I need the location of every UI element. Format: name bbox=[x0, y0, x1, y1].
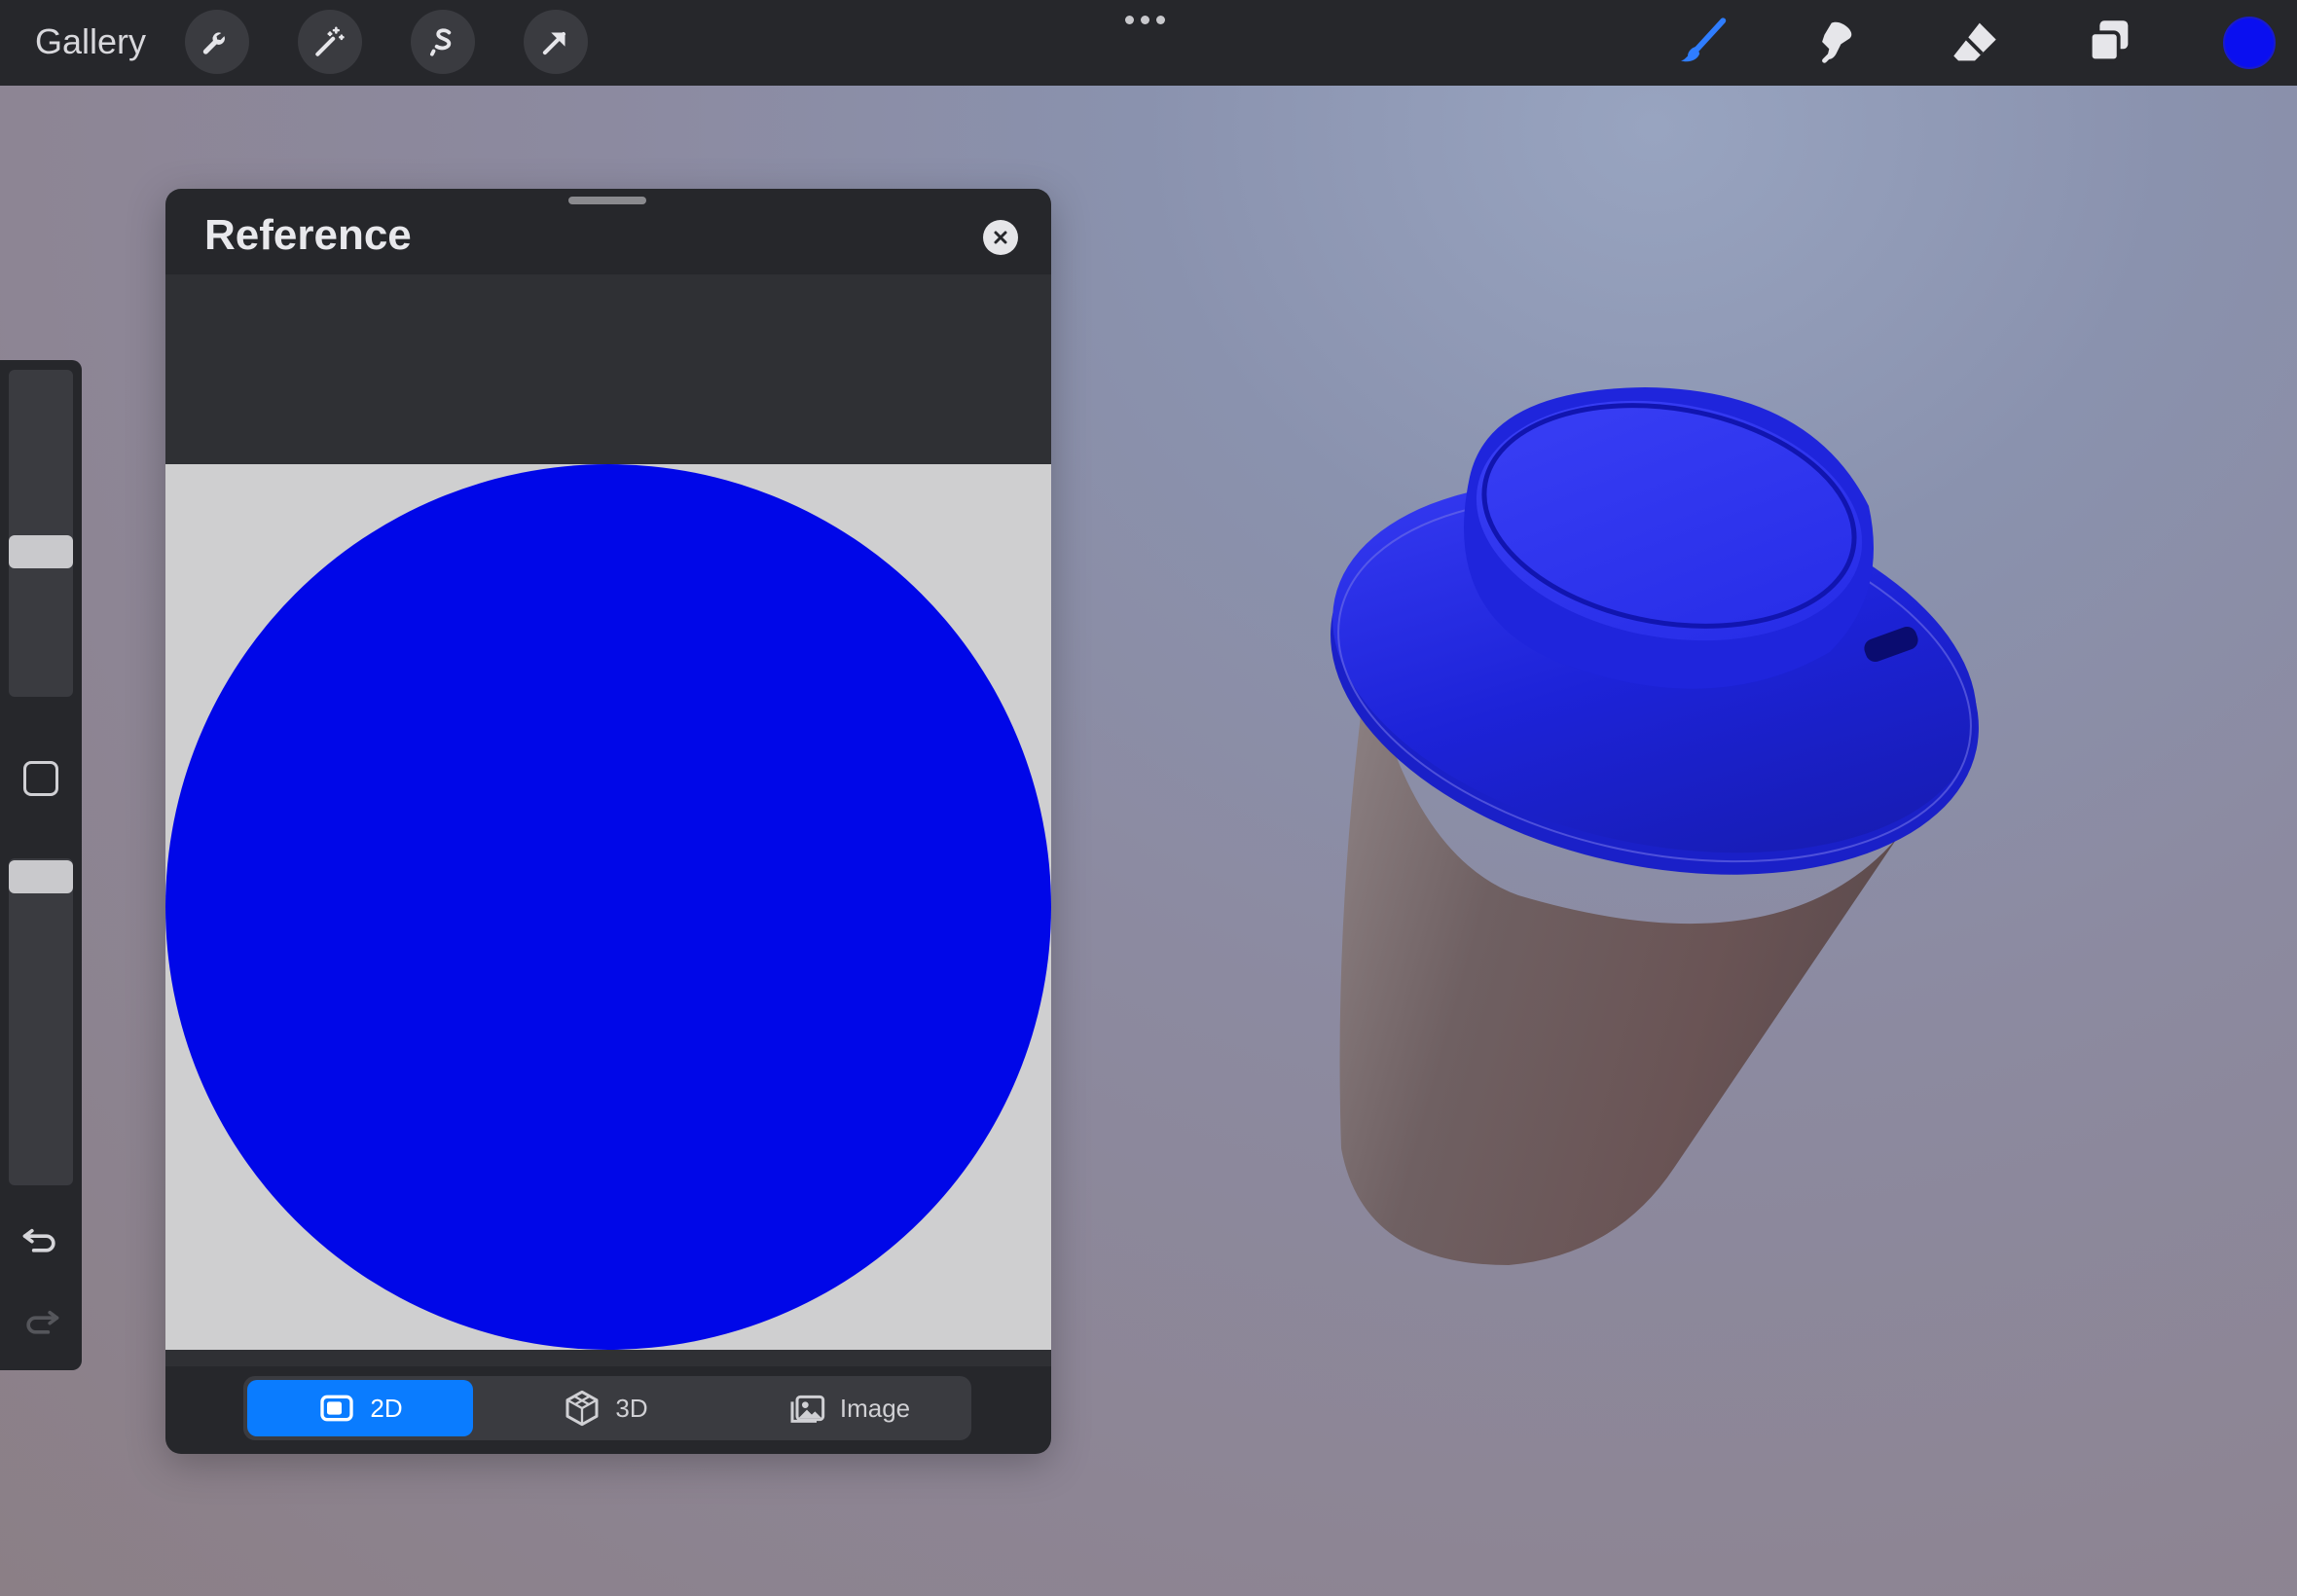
mode-2d-label: 2D bbox=[370, 1393, 403, 1423]
image-icon bbox=[790, 1395, 825, 1423]
cube-icon bbox=[565, 1390, 599, 1427]
close-button[interactable] bbox=[983, 220, 1018, 255]
opacity-slider[interactable] bbox=[9, 858, 73, 1185]
top-toolbar: Gallery bbox=[0, 0, 2297, 86]
canvas-icon bbox=[320, 1395, 354, 1422]
wrench-icon[interactable] bbox=[185, 10, 249, 74]
brush-icon[interactable] bbox=[1674, 12, 1734, 72]
selection-icon[interactable] bbox=[411, 10, 475, 74]
color-picker-button[interactable] bbox=[2223, 17, 2276, 69]
reference-mode-switcher: 2D 3D Image bbox=[243, 1376, 971, 1440]
dot-icon bbox=[1125, 16, 1134, 24]
more-options-button[interactable] bbox=[1125, 16, 1165, 24]
mode-2d-button[interactable]: 2D bbox=[247, 1380, 473, 1436]
mode-3d-label: 3D bbox=[615, 1393, 648, 1423]
brush-size-thumb[interactable] bbox=[9, 535, 73, 568]
layers-icon[interactable] bbox=[2079, 12, 2139, 72]
modify-button[interactable] bbox=[23, 761, 58, 796]
reference-circle bbox=[165, 464, 1051, 1350]
smudge-icon[interactable] bbox=[1808, 12, 1869, 72]
undo-icon[interactable] bbox=[19, 1216, 62, 1259]
reference-panel[interactable]: Reference 2D 3D Image bbox=[165, 189, 1051, 1454]
magic-wand-icon[interactable] bbox=[298, 10, 362, 74]
coffee-cup-model[interactable] bbox=[1324, 370, 2063, 1285]
dot-icon bbox=[1141, 16, 1149, 24]
dot-icon bbox=[1156, 16, 1165, 24]
panel-title: Reference bbox=[204, 211, 412, 259]
mode-image-label: Image bbox=[839, 1393, 911, 1423]
redo-icon[interactable] bbox=[19, 1298, 62, 1341]
opacity-thumb[interactable] bbox=[9, 860, 73, 893]
gallery-button[interactable]: Gallery bbox=[35, 18, 146, 66]
mode-3d-button[interactable]: 3D bbox=[492, 1380, 718, 1436]
transform-arrow-icon[interactable] bbox=[524, 10, 588, 74]
left-sidebar bbox=[0, 360, 82, 1370]
panel-grabber[interactable] bbox=[568, 197, 646, 204]
reference-canvas bbox=[165, 464, 1051, 1350]
reference-view[interactable] bbox=[165, 274, 1051, 1366]
eraser-icon[interactable] bbox=[1945, 12, 2005, 72]
close-icon bbox=[994, 231, 1007, 244]
mode-image-button[interactable]: Image bbox=[736, 1380, 962, 1436]
brush-size-slider[interactable] bbox=[9, 370, 73, 697]
